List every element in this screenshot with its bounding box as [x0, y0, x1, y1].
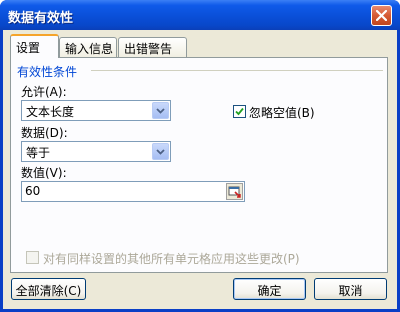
- close-icon: [376, 10, 387, 21]
- validation-criteria-title: 有效性条件: [17, 65, 78, 79]
- value-label: 数值(V):: [21, 166, 67, 180]
- chevron-down-icon: [156, 149, 165, 155]
- cancel-label: 取消: [338, 284, 363, 298]
- ok-button[interactable]: 确定: [233, 278, 306, 300]
- tab-label: 设置: [16, 41, 41, 55]
- tab-label: 出错警告: [124, 42, 173, 56]
- allow-select[interactable]: 文本长度: [21, 100, 171, 121]
- ignore-blank-checkbox[interactable]: [233, 105, 246, 118]
- dropdown-button[interactable]: [152, 102, 169, 119]
- data-label: 数据(D):: [21, 126, 68, 140]
- collapse-dialog-button[interactable]: [226, 183, 243, 200]
- title-bar[interactable]: 数据有效性: [0, 0, 400, 30]
- ignore-blank-label[interactable]: 忽略空值(B): [249, 104, 315, 121]
- cancel-button[interactable]: 取消: [314, 278, 387, 300]
- clear-all-label: 全部清除(C): [15, 284, 82, 298]
- tab-input-message[interactable]: 输入信息: [59, 37, 117, 57]
- clear-all-button[interactable]: 全部清除(C): [11, 278, 86, 300]
- data-select[interactable]: 等于: [21, 141, 171, 162]
- checkmark-icon: [235, 107, 244, 116]
- settings-panel: 有效性条件 允许(A): 文本长度 忽略空值(B) 数据(D): 等于 数值(V…: [10, 57, 388, 273]
- tab-label: 输入信息: [65, 42, 114, 56]
- allow-selected-value: 文本长度: [26, 105, 75, 119]
- allow-label: 允许(A):: [21, 85, 67, 99]
- close-button[interactable]: [371, 5, 392, 26]
- chevron-down-icon: [156, 108, 165, 114]
- tab-settings[interactable]: 设置: [10, 34, 59, 58]
- value-input[interactable]: [25, 184, 225, 198]
- dialog-title: 数据有效性: [8, 11, 74, 26]
- value-field[interactable]: [21, 181, 245, 202]
- apply-all-label: 对有同样设置的其他所有单元格应用这些更改(P): [43, 252, 300, 266]
- group-divider: [91, 70, 383, 71]
- apply-all-checkbox[interactable]: [26, 251, 39, 264]
- dropdown-button[interactable]: [152, 143, 169, 160]
- range-select-icon: [228, 186, 241, 198]
- data-selected-value: 等于: [26, 146, 51, 160]
- tab-error-alert[interactable]: 出错警告: [118, 37, 187, 57]
- ok-label: 确定: [257, 284, 282, 298]
- dialog-body: 设置 输入信息 出错警告 有效性条件 允许(A): 文本长度 忽略空值(B) 数…: [3, 30, 397, 309]
- data-validation-dialog: 数据有效性 设置 输入信息 出错警告 有效性条件 允许(A): 文本长度 忽略空…: [0, 0, 400, 312]
